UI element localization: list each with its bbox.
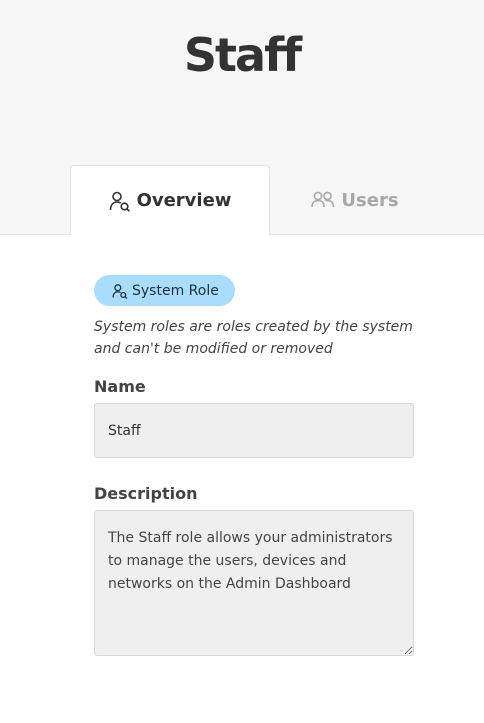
page-title: Staff (183, 28, 302, 82)
tab-users[interactable]: Users (270, 165, 440, 235)
users-icon (311, 190, 335, 210)
tab-overview[interactable]: Overview (70, 165, 270, 235)
system-role-note: System roles are roles created by the sy… (94, 319, 413, 357)
system-role-badge: System Role (94, 275, 235, 306)
overview-panel: System Role System roles are roles creat… (94, 275, 414, 656)
name-label: Name (94, 377, 146, 396)
tab-users-label: Users (341, 189, 399, 211)
system-role-badge-label: System Role (132, 282, 219, 299)
user-key-icon (109, 190, 131, 212)
page-header: Staff Overview Users (0, 0, 484, 235)
tab-overview-label: Overview (136, 190, 232, 211)
description-field[interactable]: The Staff role allows your administrator… (94, 510, 414, 656)
user-key-icon (112, 283, 128, 299)
description-label: Description (94, 484, 198, 503)
name-field[interactable] (94, 403, 414, 458)
